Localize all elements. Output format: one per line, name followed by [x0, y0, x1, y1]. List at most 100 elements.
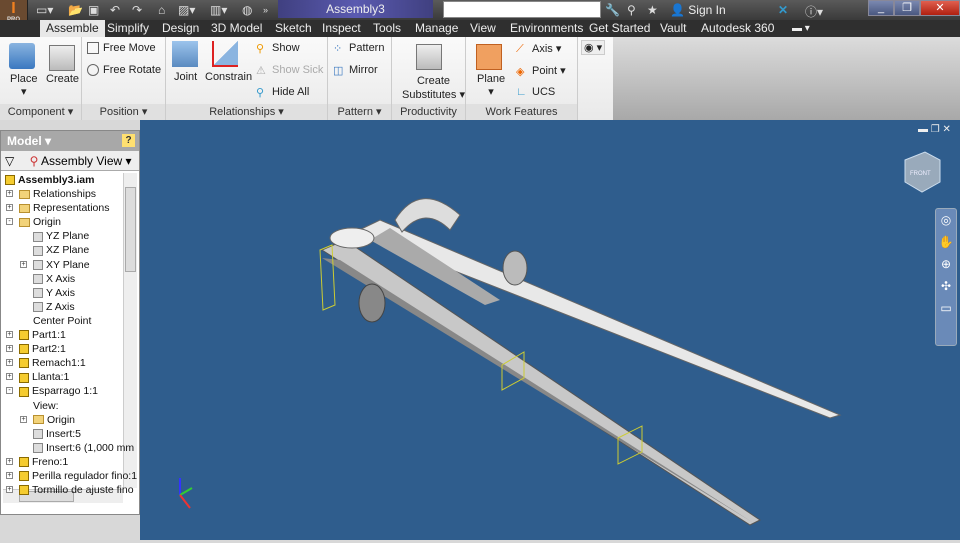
tree-node[interactable]: Llanta:1: [19, 370, 69, 384]
free-move-button[interactable]: Free Move: [87, 42, 156, 55]
tab-get-started[interactable]: Get Started: [589, 20, 650, 37]
graphics-viewport[interactable]: FRONT ▬ ❐ ✕ ◎ ✋ ⊕ ✣ ▭: [140, 120, 960, 540]
tab-design[interactable]: Design: [162, 20, 199, 37]
globe-icon[interactable]: ◍: [242, 3, 252, 17]
plane-button[interactable]: Plane ▾: [477, 73, 505, 98]
steering-wheel-icon[interactable]: ◎: [936, 209, 956, 231]
free-rotate-button[interactable]: Free Rotate: [87, 64, 161, 77]
minimize-button[interactable]: _: [868, 0, 894, 16]
expand-icon[interactable]: +: [20, 260, 27, 268]
search-input[interactable]: [443, 1, 601, 18]
orbit-icon[interactable]: ✣: [936, 275, 956, 297]
create-button[interactable]: Create: [46, 73, 79, 85]
collapse-icon[interactable]: -: [6, 387, 13, 395]
tree-node[interactable]: Y Axis: [33, 286, 75, 300]
expand-icon[interactable]: +: [6, 472, 13, 479]
viewport-window-controls[interactable]: ▬ ❐ ✕: [918, 124, 951, 135]
component-panel-label[interactable]: Component ▾: [0, 104, 81, 120]
subscription-icon[interactable]: ⚲: [627, 3, 636, 17]
constrain-button[interactable]: Constrain: [205, 71, 252, 83]
expand-icon[interactable]: +: [6, 359, 13, 367]
tree-node[interactable]: Perilla regulador fino:1: [19, 469, 137, 483]
expand-icon[interactable]: +: [6, 345, 13, 353]
tree-node[interactable]: Origin: [19, 215, 61, 229]
filter-icon[interactable]: ▽: [5, 154, 14, 168]
look-at-icon[interactable]: ▭: [936, 297, 956, 319]
tree-node[interactable]: XY Plane: [33, 258, 90, 272]
tab-tools[interactable]: Tools: [373, 20, 401, 37]
material-icon[interactable]: ▥▾: [210, 3, 227, 17]
wrench-icon[interactable]: 🔧: [605, 3, 620, 17]
tree-node[interactable]: Relationships: [19, 187, 96, 201]
save-icon[interactable]: ▣: [88, 3, 99, 17]
show-button[interactable]: ⚲ Show: [256, 42, 300, 55]
tree-node[interactable]: Origin: [33, 413, 75, 427]
expand-icon[interactable]: +: [20, 415, 27, 423]
undo-icon[interactable]: ↶: [110, 3, 120, 17]
expand-icon[interactable]: +: [6, 373, 13, 381]
tree-node[interactable]: Z Axis: [33, 300, 75, 314]
tree-node[interactable]: YZ Plane: [33, 229, 89, 243]
redo-icon[interactable]: ↷: [132, 3, 142, 17]
tree-node[interactable]: Esparrago 1:1: [19, 384, 98, 398]
pattern-panel-label[interactable]: Pattern ▾: [328, 104, 391, 120]
view-selector[interactable]: ⚲ Assembly View ▾: [30, 154, 132, 168]
new-icon[interactable]: ▭▾: [36, 3, 53, 17]
navigation-bar[interactable]: ◎ ✋ ⊕ ✣ ▭: [935, 208, 957, 346]
tab-inspect[interactable]: Inspect: [322, 20, 361, 37]
tree-node[interactable]: Part1:1: [19, 328, 66, 342]
point-button[interactable]: ◈ Point ▾: [516, 64, 566, 78]
ucs-button[interactable]: ∟ UCS: [516, 86, 555, 98]
position-panel-label[interactable]: Position ▾: [82, 104, 165, 120]
tab-simplify[interactable]: Simplify: [107, 20, 149, 37]
relationships-panel-label[interactable]: Relationships ▾: [166, 104, 327, 120]
expand-icon[interactable]: +: [6, 190, 13, 197]
tab-environments[interactable]: Environments: [510, 20, 583, 37]
show-sick-button[interactable]: ⚠ Show Sick: [256, 64, 323, 77]
restore-button[interactable]: ❐: [894, 0, 920, 16]
tree-node[interactable]: Remach1:1: [19, 356, 86, 370]
tab-autodesk-360[interactable]: Autodesk 360: [701, 20, 774, 37]
tree-root[interactable]: Assembly3.iam: [5, 173, 94, 187]
axis-button[interactable]: ⟋ Axis ▾: [516, 42, 561, 55]
tab-sketch[interactable]: Sketch: [275, 20, 312, 37]
pattern-button[interactable]: ⁘ Pattern: [333, 42, 384, 55]
joint-button[interactable]: Joint: [174, 71, 197, 83]
mirror-button[interactable]: ◫ Mirror: [333, 64, 378, 77]
expand-icon[interactable]: +: [6, 331, 13, 338]
tab-3d-model[interactable]: 3D Model: [211, 20, 262, 37]
tab-manage[interactable]: Manage: [415, 20, 458, 37]
app-menu-button[interactable]: IPRO: [0, 0, 28, 23]
pan-icon[interactable]: ✋: [936, 231, 956, 253]
panel-dropdown-button[interactable]: ◉ ▾: [581, 40, 606, 55]
tree-node[interactable]: View:: [33, 399, 59, 413]
collapse-icon[interactable]: -: [6, 218, 13, 226]
tree-node[interactable]: Insert:6 (1,000 mm: [33, 441, 134, 455]
browser-header[interactable]: Model ▾?: [1, 131, 139, 151]
hide-all-button[interactable]: ⚲ Hide All: [256, 86, 309, 99]
tree-node[interactable]: Representations: [19, 201, 109, 215]
close-button[interactable]: ✕: [920, 0, 960, 16]
tree-node[interactable]: Tormillo de ajuste fino: [19, 483, 134, 497]
expand-icon[interactable]: +: [6, 457, 13, 465]
place-button[interactable]: Place ▾: [10, 73, 38, 98]
tab-assemble[interactable]: Assemble: [40, 20, 105, 37]
more-icon[interactable]: »: [263, 5, 268, 15]
expand-icon[interactable]: +: [6, 486, 13, 494]
open-icon[interactable]: 📂: [68, 3, 83, 17]
tree-node[interactable]: Center Point: [33, 314, 91, 328]
panel-options-icon[interactable]: ▬ ▾: [792, 20, 810, 37]
create-substitutes-button[interactable]: Create Substitutes ▾: [402, 74, 465, 102]
home-icon[interactable]: ⌂: [158, 3, 165, 17]
exchange-icon[interactable]: ✕: [778, 3, 788, 17]
tree-node[interactable]: X Axis: [33, 272, 75, 286]
help-icon[interactable]: ⓘ▾: [805, 3, 823, 20]
help-icon[interactable]: ?: [122, 134, 135, 147]
tree-node[interactable]: Insert:5: [33, 427, 81, 441]
appearance-icon[interactable]: ▨▾: [178, 3, 195, 17]
tree-node[interactable]: Part2:1: [19, 342, 66, 356]
favorites-icon[interactable]: ★: [647, 3, 658, 17]
tree-node[interactable]: XZ Plane: [33, 243, 89, 257]
tree-node[interactable]: Freno:1: [19, 455, 68, 469]
scroll-thumb[interactable]: [125, 187, 136, 272]
